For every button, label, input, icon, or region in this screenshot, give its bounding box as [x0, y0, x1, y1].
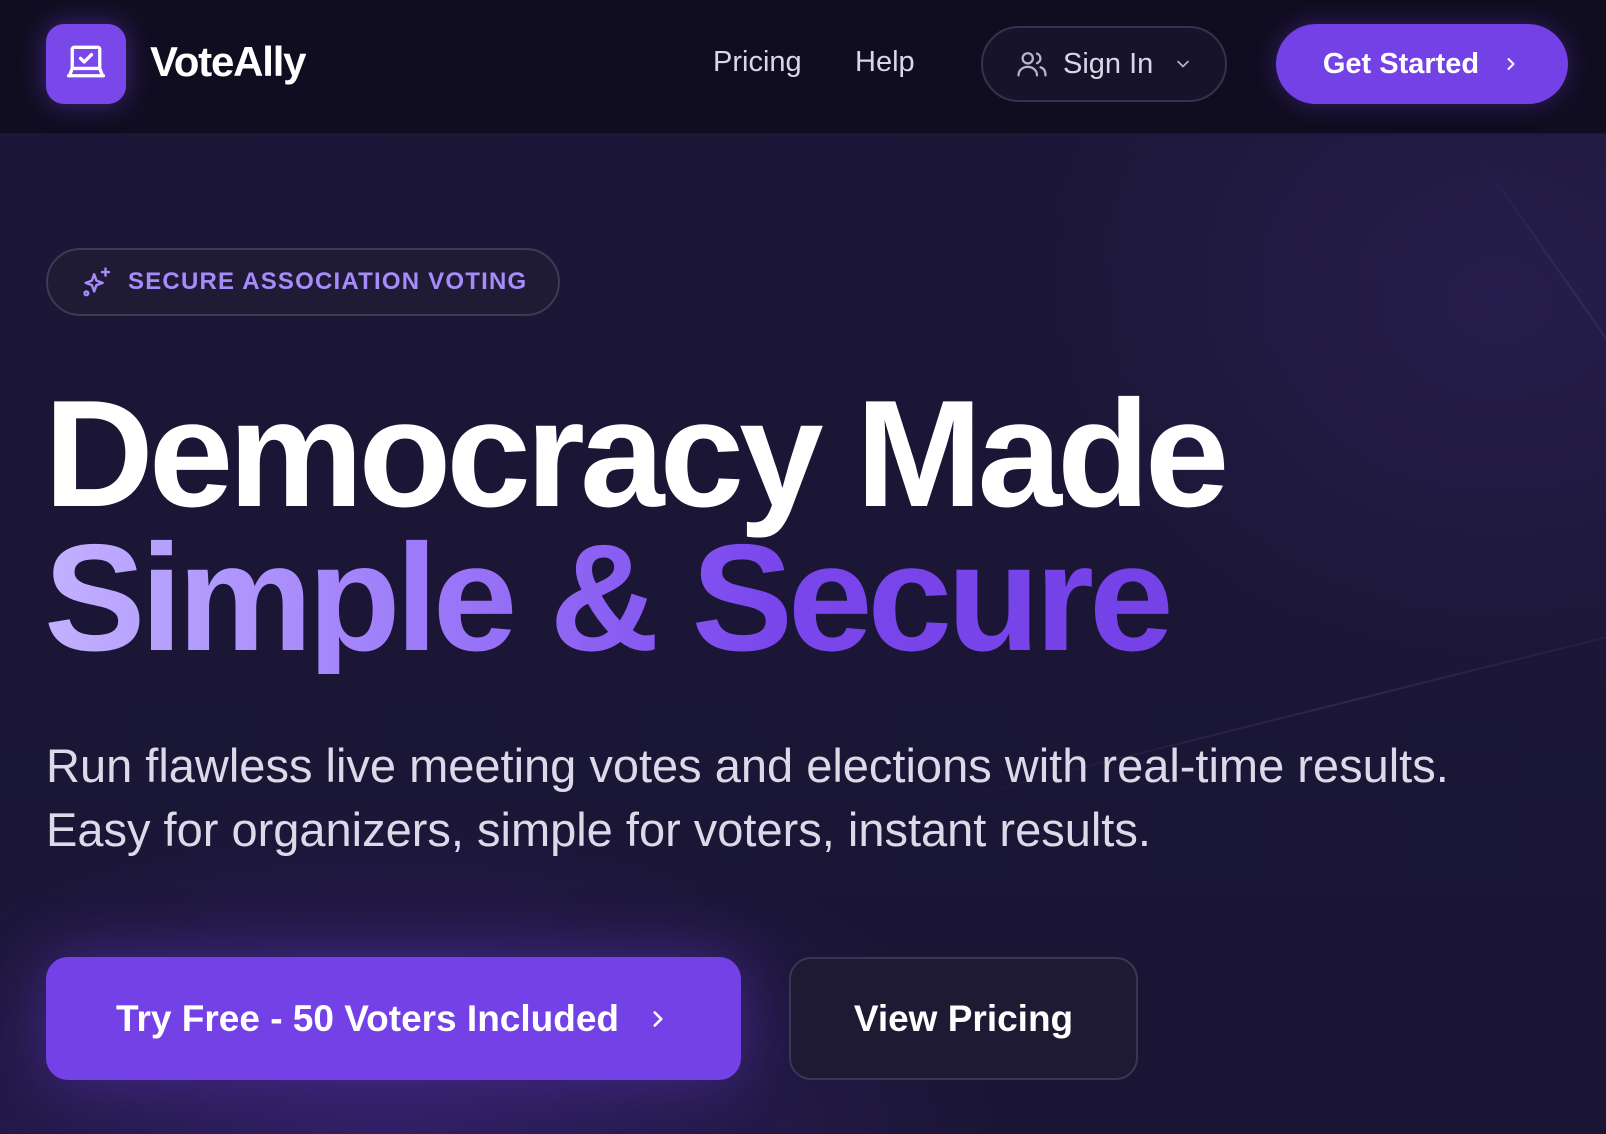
hero-headline-line2: Simple & Secure — [44, 513, 1174, 683]
view-pricing-label: View Pricing — [853, 997, 1074, 1039]
background-light-streak — [1464, 136, 1606, 466]
get-started-label: Get Started — [1322, 47, 1480, 80]
top-navigation: VoteAlly Pricing Help Sign In Get Starte… — [0, 0, 1606, 134]
laptop-check-icon — [64, 40, 108, 89]
brand-name[interactable]: VoteAlly — [150, 38, 307, 86]
sign-in-dropdown[interactable]: Sign In — [981, 26, 1227, 102]
hero-badge-label: SECURE ASSOCIATION VOTING — [128, 268, 528, 295]
hero-headline-line1: Democracy Made — [44, 369, 1229, 539]
chevron-right-icon — [1501, 54, 1521, 74]
nav-link-help[interactable]: Help — [855, 46, 915, 79]
nav-link-pricing[interactable]: Pricing — [713, 46, 802, 79]
try-free-button[interactable]: Try Free - 50 Voters Included — [46, 957, 741, 1080]
sign-in-label: Sign In — [1063, 47, 1154, 80]
view-pricing-button[interactable]: View Pricing — [789, 957, 1138, 1080]
hero-badge: SECURE ASSOCIATION VOTING — [46, 248, 560, 316]
users-icon — [1015, 47, 1049, 81]
chevron-down-icon — [1173, 54, 1193, 74]
try-free-label: Try Free - 50 Voters Included — [115, 997, 620, 1039]
landing-page: VoteAlly Pricing Help Sign In Get Starte… — [0, 0, 1606, 1134]
chevron-right-icon — [645, 1006, 671, 1032]
logo[interactable] — [46, 24, 126, 104]
get-started-button[interactable]: Get Started — [1276, 24, 1568, 104]
sparkles-icon — [80, 265, 114, 299]
hero-subheadline: Run flawless live meeting votes and elec… — [46, 739, 1449, 856]
